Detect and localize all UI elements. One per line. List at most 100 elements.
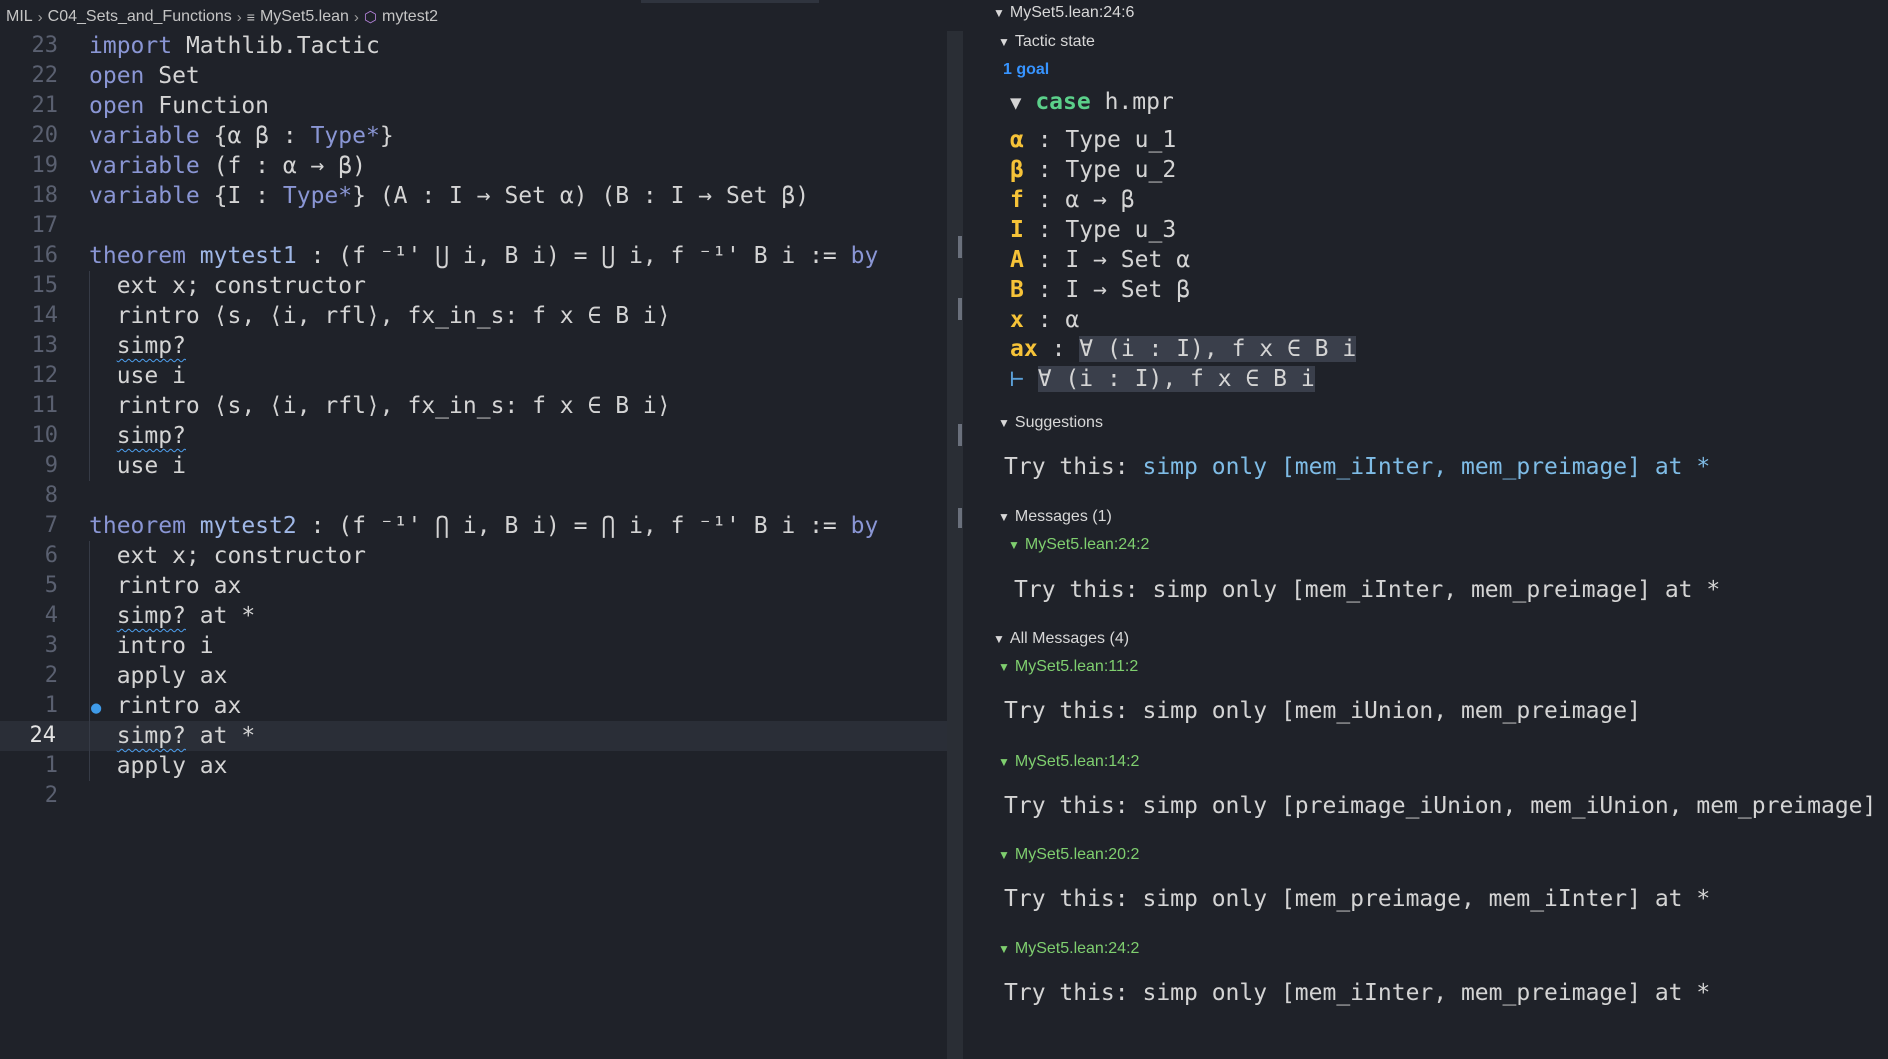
position-header[interactable]: ▼ MySet5.lean:24:6 (993, 4, 1134, 22)
code-text[interactable]: ext x; constructor (89, 541, 366, 571)
goal-target[interactable]: ⊢ ∀ (i : I), f x ∈ B i (1010, 364, 1315, 394)
code-line[interactable]: 2 apply ax (0, 661, 963, 691)
code-text[interactable]: ext x; constructor (89, 271, 366, 301)
code-line[interactable]: 20 variable {α β : Type*} (0, 121, 963, 151)
code-token: rintro ⟨s, ⟨i, rfl⟩, fx_in_s: f x ∈ B i⟩ (89, 393, 671, 419)
code-line[interactable]: 22 open Set (0, 61, 963, 91)
code-token: (f : α → β) (199, 153, 366, 179)
line-number: 21 (31, 93, 59, 118)
code-line[interactable]: 17 (0, 211, 963, 241)
message-location-link[interactable]: ▼ MySet5.lean:20:2 (998, 846, 1139, 864)
code-text[interactable]: rintro ⟨s, ⟨i, rfl⟩, fx_in_s: f x ∈ B i⟩ (89, 301, 671, 331)
line-number: 20 (31, 123, 59, 148)
code-line[interactable]: 16 theorem mytest1 : (f ⁻¹' ⋃ i, B i) = ⋃… (0, 241, 963, 271)
breadcrumb-folder[interactable]: C04_Sets_and_Functions (48, 8, 232, 26)
code-text[interactable]: rintro ax (89, 571, 242, 601)
code-line[interactable]: 1 apply ax (0, 751, 963, 781)
code-line[interactable]: 9 use i (0, 451, 963, 481)
code-text[interactable]: simp? (89, 331, 186, 361)
suggestions-header[interactable]: ▼ Suggestions (998, 414, 1103, 432)
hypothesis[interactable]: f : α → β (1010, 185, 1135, 215)
triangle-down-icon: ▼ (998, 35, 1010, 49)
breadcrumb-file[interactable]: MySet5.lean (260, 8, 349, 26)
line-number: 14 (31, 303, 59, 328)
message-text: Try this: simp only [mem_iInter, mem_pre… (1004, 980, 1711, 1006)
message-location-link[interactable]: ▼ MySet5.lean:24:2 (998, 940, 1139, 958)
code-text[interactable]: variable {α β : Type*} (89, 121, 394, 151)
hypothesis[interactable]: I : Type u_3 (1010, 215, 1176, 245)
triangle-down-icon: ▼ (998, 755, 1010, 769)
breadcrumb-symbol[interactable]: mytest2 (382, 8, 438, 26)
hypothesis-ax-type[interactable]: ∀ (i : I), f x ∈ B i (1079, 336, 1357, 362)
code-line[interactable]: 8 (0, 481, 963, 511)
triangle-down-icon: ▼ (1010, 92, 1022, 114)
hypothesis-ax[interactable]: ax : ∀ (i : I), f x ∈ B i (1010, 334, 1357, 364)
message-location-link[interactable]: ▼ MySet5.lean:14:2 (998, 753, 1139, 771)
code-text[interactable]: use i (89, 451, 186, 481)
code-text[interactable]: variable {I : Type*} (A : I → Set α) (B … (89, 181, 809, 211)
editor-pane[interactable]: MIL › C04_Sets_and_Functions › ≡ MySet5.… (0, 0, 963, 1059)
code-text[interactable]: use i (89, 361, 186, 391)
code-area[interactable]: 23 import Mathlib.Tactic 22 open Set 21 open … (0, 31, 963, 811)
suggestion-line: Try this: simp only [mem_iInter, mem_pre… (1004, 454, 1711, 480)
message-location-link[interactable]: ▼ MySet5.lean:24:2 (1008, 536, 1149, 554)
code-line[interactable]: 10 simp? (0, 421, 963, 451)
code-text[interactable]: open Set (89, 61, 200, 91)
code-text[interactable]: simp? at * (89, 721, 256, 751)
hypothesis[interactable]: β : Type u_2 (1010, 155, 1176, 185)
code-text[interactable]: import Mathlib.Tactic (89, 31, 380, 61)
line-number: 16 (31, 243, 59, 268)
code-text[interactable]: variable (f : α → β) (89, 151, 366, 181)
triangle-down-icon: ▼ (998, 848, 1010, 862)
code-text[interactable]: apply ax (89, 751, 228, 781)
code-line[interactable]: 3 intro i (0, 631, 963, 661)
code-line[interactable]: 5 rintro ax (0, 571, 963, 601)
code-line[interactable]: 7 theorem mytest2 : (f ⁻¹' ⋂ i, B i) = ⋂ … (0, 511, 963, 541)
suggestion-link[interactable]: simp only [mem_iInter, mem_preimage] at … (1142, 454, 1710, 480)
editor-scrollbar[interactable] (947, 31, 963, 1059)
code-line[interactable]: 15 ext x; constructor (0, 271, 963, 301)
hypothesis[interactable]: x : α (1010, 305, 1079, 335)
hypothesis[interactable]: B : I → Set β (1010, 275, 1190, 305)
code-text[interactable]: rintro ax (89, 691, 242, 721)
line-number: 1 (44, 693, 58, 718)
code-text[interactable]: theorem mytest1 : (f ⁻¹' ⋃ i, B i) = ⋃ i… (89, 241, 878, 271)
code-token: rintro ⟨s, ⟨i, rfl⟩, fx_in_s: f x ∈ B i⟩ (89, 303, 671, 329)
code-text[interactable]: simp? (89, 421, 186, 451)
code-line[interactable]: 1 ● rintro ax (0, 691, 963, 721)
code-line[interactable]: 2 (0, 781, 963, 811)
code-line[interactable]: 12 use i (0, 361, 963, 391)
code-token: Type* (282, 183, 353, 209)
code-token: {I : (199, 183, 283, 209)
hypothesis[interactable]: A : I → Set α (1010, 245, 1190, 275)
code-text[interactable]: theorem mytest2 : (f ⁻¹' ⋂ i, B i) = ⋂ i… (89, 511, 878, 541)
code-line[interactable]: 13 simp? (0, 331, 963, 361)
code-text[interactable]: rintro ⟨s, ⟨i, rfl⟩, fx_in_s: f x ∈ B i⟩ (89, 391, 671, 421)
goal-case[interactable]: ▼ case h.mpr (1010, 89, 1174, 115)
code-line[interactable]: 4 simp? at * (0, 601, 963, 631)
code-line[interactable]: 21 open Function (0, 91, 963, 121)
message-location-link[interactable]: ▼ MySet5.lean:11:2 (998, 658, 1138, 676)
code-line[interactable]: 23 import Mathlib.Tactic (0, 31, 963, 61)
code-token: theorem (89, 243, 186, 269)
goal-type[interactable]: ∀ (i : I), f x ∈ B i (1037, 366, 1315, 392)
code-text[interactable]: intro i (89, 631, 214, 661)
breadcrumb-root[interactable]: MIL (6, 8, 33, 26)
code-token: theorem (89, 513, 186, 539)
hypothesis-name: α (1010, 127, 1024, 153)
code-line[interactable]: 11 rintro ⟨s, ⟨i, rfl⟩, fx_in_s: f x ∈ B… (0, 391, 963, 421)
all-messages-header[interactable]: ▼ All Messages (4) (993, 630, 1129, 648)
code-text[interactable]: apply ax (89, 661, 228, 691)
messages-header[interactable]: ▼ Messages (1) (998, 508, 1112, 526)
code-line[interactable]: 14 rintro ⟨s, ⟨i, rfl⟩, fx_in_s: f x ∈ B… (0, 301, 963, 331)
code-text[interactable]: simp? at * (89, 601, 256, 631)
tactic-state-header[interactable]: ▼ Tactic state (998, 33, 1095, 51)
code-line[interactable]: 6 ext x; constructor (0, 541, 963, 571)
hypothesis-name: x (1010, 307, 1024, 333)
hypothesis[interactable]: α : Type u_1 (1010, 125, 1176, 155)
code-line[interactable]: 24 simp? at * (0, 721, 963, 751)
code-line[interactable]: 18 variable {I : Type*} (A : I → Set α) (… (0, 181, 963, 211)
code-line[interactable]: 19 variable (f : α → β) (0, 151, 963, 181)
code-text[interactable]: open Function (89, 91, 269, 121)
